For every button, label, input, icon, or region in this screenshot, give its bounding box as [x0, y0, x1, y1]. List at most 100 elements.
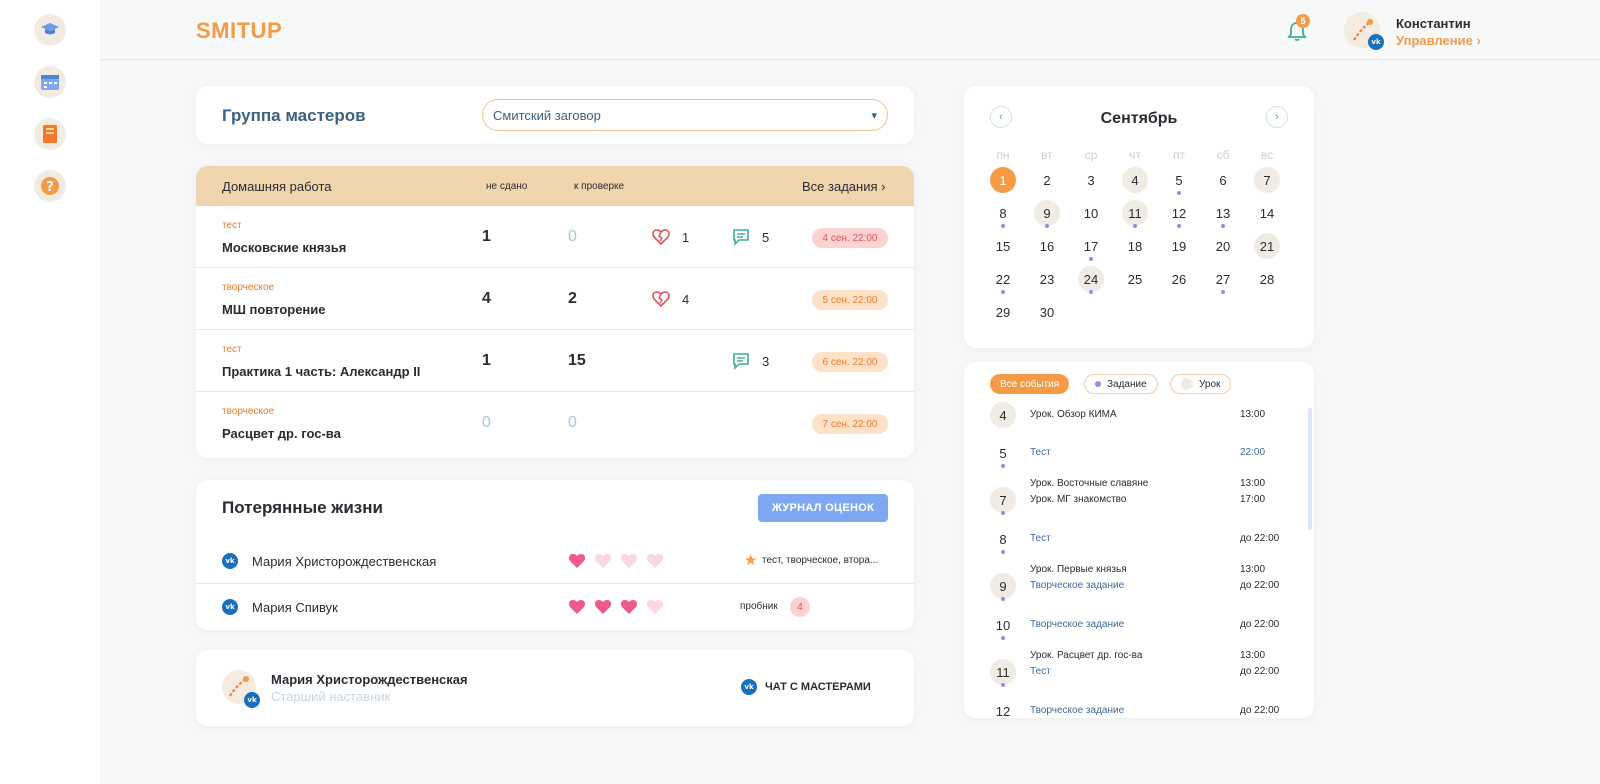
calendar-day[interactable]: 10: [1078, 200, 1104, 226]
calendar-month: Сентябрь: [1100, 110, 1178, 127]
event-title[interactable]: Творческое задание: [1030, 580, 1124, 591]
homework-row[interactable]: тест Практика 1 часть: Александр II 1 15 3 6 …: [196, 330, 914, 392]
chat-button[interactable]: vk ЧАТ С МАСТЕРАМИ: [741, 679, 871, 695]
event-time: 22:00: [1240, 447, 1266, 458]
vk-icon: vk: [741, 679, 757, 695]
calendar-day[interactable]: 6: [1210, 167, 1236, 193]
calendar-day[interactable]: 9: [1034, 200, 1060, 226]
event-day[interactable]: 9: [990, 573, 1016, 599]
book-icon[interactable]: [34, 118, 66, 150]
calendar-day[interactable]: 8: [990, 200, 1016, 226]
task-kind: творческое: [222, 406, 275, 417]
calendar-icon[interactable]: [34, 66, 66, 98]
event-dot: [1001, 511, 1005, 515]
calendar-day[interactable]: 26: [1166, 266, 1192, 292]
calendar-day[interactable]: 11: [1122, 200, 1148, 226]
event-title[interactable]: Творческое задание: [1030, 705, 1124, 716]
event-day[interactable]: 4: [990, 402, 1016, 428]
mentor-role: Старший наставник: [271, 689, 391, 704]
event-time: до 22:00: [1240, 619, 1280, 630]
event-day[interactable]: 10: [990, 612, 1016, 638]
avatar[interactable]: vk: [1344, 12, 1384, 50]
event-day[interactable]: 11: [990, 659, 1016, 685]
calendar-day[interactable]: 20: [1210, 233, 1236, 259]
calendar-day[interactable]: 25: [1122, 266, 1148, 292]
calendar-day[interactable]: 16: [1034, 233, 1060, 259]
scrollbar[interactable]: [1308, 408, 1312, 530]
weekday-label: чт: [1129, 148, 1141, 162]
event-title[interactable]: Урок. Расцвет др. гос-ва: [1030, 650, 1142, 661]
calendar-day[interactable]: 28: [1254, 266, 1280, 292]
calendar-day[interactable]: 7: [1254, 167, 1280, 193]
mentor-avatar[interactable]: vk: [222, 670, 260, 708]
calendar-day[interactable]: 27: [1210, 266, 1236, 292]
event-title[interactable]: Урок. Первые князья: [1030, 564, 1127, 575]
homework-row[interactable]: тест Московские князья 1 0 1 5 4 сен. 22:00: [196, 206, 914, 268]
sidebar: ?: [0, 0, 100, 784]
calendar-day[interactable]: 2: [1034, 167, 1060, 193]
smitup-logo[interactable]: SMITUP: [196, 18, 282, 44]
col-to-check: к проверке: [574, 181, 625, 192]
filter-chip[interactable]: Урок: [1170, 374, 1232, 394]
filter-chip[interactable]: Все события: [990, 374, 1070, 394]
calendar-day[interactable]: 17: [1078, 233, 1104, 259]
help-icon[interactable]: ?: [34, 170, 66, 202]
lives-row[interactable]: vk Мария Христорождественская ★ тест, творч…: [196, 538, 914, 584]
filter-chip[interactable]: Задание: [1084, 374, 1158, 394]
not-submitted-count: 1: [482, 352, 491, 369]
calendar-day[interactable]: 4: [1122, 167, 1148, 193]
calendar-day[interactable]: 13: [1210, 200, 1236, 226]
calendar-day[interactable]: 21: [1254, 233, 1280, 259]
calendar-day[interactable]: 30: [1034, 299, 1060, 325]
vk-icon: vk: [1368, 34, 1384, 50]
event-time: 13:00: [1240, 478, 1266, 489]
comment-icon[interactable]: [732, 352, 750, 370]
event-title[interactable]: Тест: [1030, 533, 1051, 544]
homework-row[interactable]: творческое Расцвет др. гос-ва 0 0 7 сен. 22:…: [196, 392, 914, 454]
calendar-day[interactable]: 23: [1034, 266, 1060, 292]
comment-icon[interactable]: [732, 228, 750, 246]
calendar-day[interactable]: 12: [1166, 200, 1192, 226]
calendar-day[interactable]: 15: [990, 233, 1016, 259]
lives-row[interactable]: vk Мария Спивук пробник 4: [196, 584, 914, 630]
calendar-day[interactable]: 24: [1078, 266, 1104, 292]
calendar-day[interactable]: 1: [990, 167, 1016, 193]
calendar-day[interactable]: 19: [1166, 233, 1192, 259]
all-tasks-link[interactable]: Все задания ›: [802, 179, 885, 194]
calendar-day[interactable]: 22: [990, 266, 1016, 292]
lost-lives-count: 1: [682, 230, 690, 245]
calendar-day[interactable]: 5: [1166, 167, 1192, 193]
event-title[interactable]: Урок. Восточные славяне: [1030, 478, 1148, 489]
event-dot: [1001, 597, 1005, 601]
user-role-link[interactable]: Управление ›: [1396, 33, 1481, 48]
calendar-day[interactable]: 14: [1254, 200, 1280, 226]
heart-empty-icon: [646, 553, 664, 569]
calendar-day[interactable]: 29: [990, 299, 1016, 325]
journal-button[interactable]: ЖУРНАЛ ОЦЕНОК: [758, 494, 888, 522]
event-day[interactable]: 12: [990, 698, 1016, 719]
graduation-cap-icon[interactable]: [34, 14, 66, 46]
event-title[interactable]: Тест: [1030, 666, 1051, 677]
heart-empty-icon: [646, 599, 664, 615]
calendar-day[interactable]: 18: [1122, 233, 1148, 259]
weekday-label: пт: [1173, 148, 1185, 162]
event-title[interactable]: Творческое задание: [1030, 619, 1124, 630]
event-day[interactable]: 7: [990, 487, 1016, 513]
homework-row[interactable]: творческое МШ повторение 4 2 4 5 сен. 22:00: [196, 268, 914, 330]
event-day[interactable]: 5: [990, 440, 1016, 466]
mentor-card: vk Мария Христорождественская Старший на…: [196, 650, 914, 726]
calendar-day[interactable]: 3: [1078, 167, 1104, 193]
task-dot-icon: [1095, 381, 1101, 387]
not-submitted-count: 4: [482, 290, 491, 307]
group-select[interactable]: Смитский заговор ▾: [482, 99, 888, 131]
lives-note: тест, творческое, втора...: [762, 555, 879, 566]
event-day[interactable]: 8: [990, 526, 1016, 552]
event-title[interactable]: Тест: [1030, 447, 1051, 458]
heart-full-icon: [568, 599, 586, 615]
event-title[interactable]: Урок. Обзор КИМА: [1030, 409, 1117, 420]
event-title[interactable]: Урок. МГ знакомство: [1030, 494, 1126, 505]
task-name: Московские князья: [222, 240, 347, 255]
event-dot: [1001, 683, 1005, 687]
event-dot: [1001, 224, 1005, 228]
event-dot: [1089, 290, 1093, 294]
